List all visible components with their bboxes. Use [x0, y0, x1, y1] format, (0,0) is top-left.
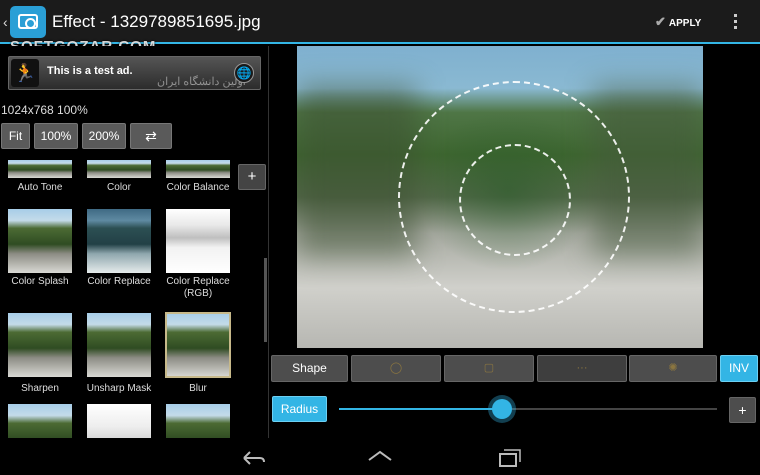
effect-label: Color Replace (RGB): [166, 276, 230, 299]
invert-button[interactable]: INV: [720, 355, 758, 382]
radius-slider-fill: [339, 408, 502, 410]
radius-button[interactable]: Radius: [272, 396, 327, 422]
shape-toolbar: Shape ◯ ▢ ··· ✺ INV: [271, 355, 760, 383]
checkmark-icon: ✔: [655, 14, 666, 29]
effect-thumbnail: [165, 312, 231, 378]
image-canvas[interactable]: [270, 46, 760, 352]
shape-square-button[interactable]: ▢: [444, 355, 534, 382]
ad-runner-icon: 🏃: [11, 59, 39, 87]
globe-icon[interactable]: 🌐: [234, 63, 254, 83]
shape-circle-button[interactable]: ◯: [351, 355, 441, 382]
effect-thumbnail: [8, 160, 72, 178]
apply-button[interactable]: ✔ APPLY: [655, 14, 701, 30]
radius-increase-button[interactable]: +: [729, 397, 756, 423]
effect-thumbnail: [87, 313, 151, 377]
radius-slider[interactable]: [339, 399, 717, 419]
shape-star-button[interactable]: ✺: [629, 355, 717, 382]
compare-toggle-button[interactable]: ⇄: [130, 123, 172, 149]
ad-text: This is a test ad.: [47, 65, 133, 77]
recent-apps-icon[interactable]: [496, 446, 522, 470]
overflow-menu-icon[interactable]: [728, 12, 742, 32]
radius-slider-knob[interactable]: [491, 399, 512, 419]
effect-thumbnail: [166, 209, 230, 273]
system-nav-bar: [0, 440, 760, 475]
effect-thumbnail: [166, 160, 230, 178]
back-nav-icon[interactable]: [238, 446, 266, 470]
effect-label: Blur: [189, 383, 207, 394]
app-camera-icon[interactable]: [10, 6, 46, 38]
ad-banner[interactable]: 🏃 This is a test ad. اولین دانشگاه ایران…: [8, 56, 261, 90]
effect-thumbnail: [87, 160, 151, 178]
effects-grid: Auto Tone Color Color Balance Color Spla…: [0, 160, 262, 438]
zoom-fit-button[interactable]: Fit: [1, 123, 30, 149]
apply-label: APPLY: [668, 18, 702, 29]
effect-thumbnail: [87, 209, 151, 273]
home-nav-icon[interactable]: [366, 446, 394, 470]
add-effect-button[interactable]: +: [238, 164, 266, 190]
ad-overlay-text: اولین دانشگاه ایران: [157, 76, 246, 88]
effect-thumbnail: [166, 404, 230, 438]
preview-photo[interactable]: [297, 46, 703, 348]
effect-thumbnail: [87, 404, 151, 438]
effect-thumbnail: [8, 209, 72, 273]
zoom-100-button[interactable]: 100%: [34, 123, 78, 149]
effects-panel: 🏃 This is a test ad. اولین دانشگاه ایران…: [0, 46, 269, 438]
up-chevron-icon[interactable]: ‹: [3, 14, 8, 30]
page-title: Effect - 1329789851695.jpg: [52, 12, 261, 31]
shape-button[interactable]: Shape: [271, 355, 348, 382]
focus-inner-circle[interactable]: [459, 144, 571, 256]
effect-thumbnail: [8, 404, 72, 438]
zoom-200-button[interactable]: 200%: [82, 123, 126, 149]
effect-label: Color Balance: [166, 182, 230, 193]
shape-line-button[interactable]: ···: [537, 355, 627, 382]
effect-thumbnail: [8, 313, 72, 377]
effects-scrollbar[interactable]: [264, 258, 267, 342]
image-size-label: 1024x768 100%: [1, 103, 88, 117]
